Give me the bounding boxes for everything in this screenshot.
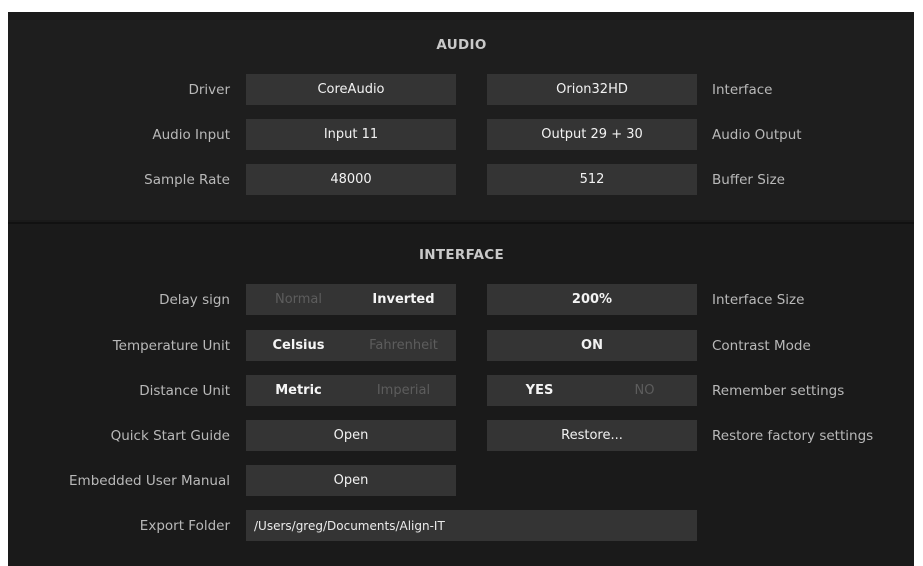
interface-label: Interface	[712, 82, 773, 98]
quick-start-open-button[interactable]: Open	[246, 420, 456, 451]
driver-select[interactable]: CoreAudio	[246, 74, 456, 105]
distance-metric-option[interactable]: Metric	[246, 375, 351, 406]
remember-settings-toggle: YES NO	[487, 375, 697, 406]
distance-unit-label: Distance Unit	[139, 383, 230, 399]
buffer-size-label: Buffer Size	[712, 172, 785, 188]
driver-label: Driver	[188, 82, 230, 98]
contrast-mode-label: Contrast Mode	[712, 338, 811, 354]
export-folder-field[interactable]: /Users/greg/Documents/Align-IT	[246, 510, 697, 541]
distance-imperial-option[interactable]: Imperial	[351, 375, 456, 406]
audio-output-label: Audio Output	[712, 127, 802, 143]
audio-input-label: Audio Input	[152, 127, 230, 143]
user-manual-open-button[interactable]: Open	[246, 465, 456, 496]
remember-yes-option[interactable]: YES	[487, 375, 592, 406]
delay-sign-label: Delay sign	[159, 292, 230, 308]
remember-no-option[interactable]: NO	[592, 375, 697, 406]
delay-sign-inverted-option[interactable]: Inverted	[351, 284, 456, 315]
temperature-unit-label: Temperature Unit	[112, 338, 230, 354]
embedded-user-manual-label: Embedded User Manual	[69, 473, 230, 489]
temperature-celsius-option[interactable]: Celsius	[246, 330, 351, 361]
interface-size-label: Interface Size	[712, 292, 805, 308]
restore-factory-settings-label: Restore factory settings	[712, 428, 874, 444]
delay-sign-toggle: Normal Inverted	[246, 284, 456, 315]
contrast-mode-button[interactable]: ON	[487, 330, 697, 361]
sample-rate-label: Sample Rate	[144, 172, 230, 188]
interface-select[interactable]: Orion32HD	[487, 74, 697, 105]
temperature-unit-toggle: Celsius Fahrenheit	[246, 330, 456, 361]
interface-section-title: INTERFACE	[418, 247, 505, 263]
temperature-fahrenheit-option[interactable]: Fahrenheit	[351, 330, 456, 361]
interface-size-select[interactable]: 200%	[487, 284, 697, 315]
section-divider	[8, 222, 914, 224]
quick-start-guide-label: Quick Start Guide	[110, 428, 230, 444]
restore-button[interactable]: Restore...	[487, 420, 697, 451]
buffer-size-select[interactable]: 512	[487, 164, 697, 195]
export-folder-label: Export Folder	[139, 518, 230, 534]
remember-settings-label: Remember settings	[712, 383, 845, 399]
audio-output-select[interactable]: Output 29 + 30	[487, 119, 697, 150]
distance-unit-toggle: Metric Imperial	[246, 375, 456, 406]
sample-rate-select[interactable]: 48000	[246, 164, 456, 195]
delay-sign-normal-option[interactable]: Normal	[246, 284, 351, 315]
audio-section-title: AUDIO	[436, 37, 487, 53]
audio-input-select[interactable]: Input 11	[246, 119, 456, 150]
